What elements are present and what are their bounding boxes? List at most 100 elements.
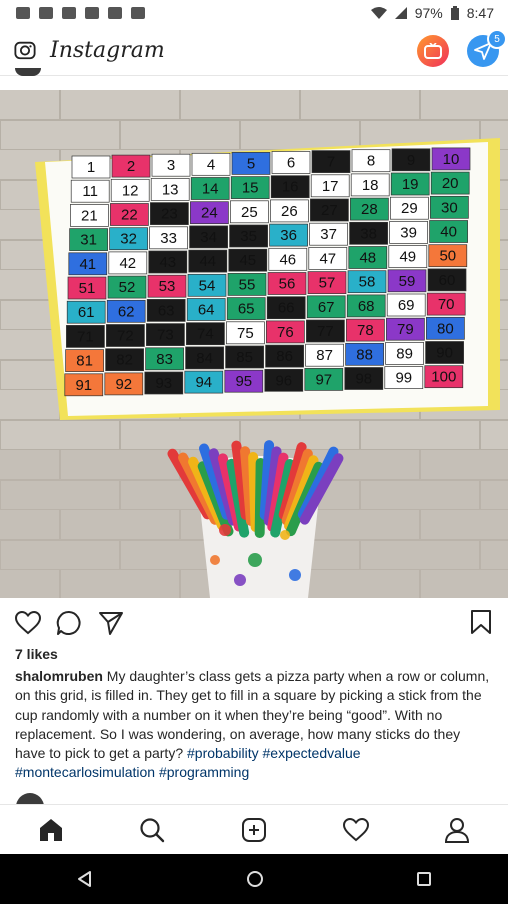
hashtag[interactable]: #probability [187, 745, 259, 761]
grid-number: 81 [76, 353, 93, 370]
grid-number: 94 [195, 374, 212, 391]
app-logo: Instagram [50, 37, 165, 63]
grid-number: 86 [276, 348, 293, 365]
grid-number: 44 [199, 253, 216, 270]
back-icon[interactable] [76, 870, 94, 888]
clock: 8:47 [466, 4, 494, 21]
grid-number: 7 [327, 154, 335, 171]
post-photo[interactable]: 1 2 3 4 5 6 7 8 9 10 11 12 13 14 15 16 17 18 19 20 21 22 23 24 2… [0, 90, 508, 598]
add-post-icon[interactable] [241, 817, 267, 843]
grid-number: 98 [355, 371, 372, 388]
grid-number: 97 [315, 371, 332, 388]
grid-number: 24 [201, 205, 218, 222]
grid-number: 96 [275, 372, 292, 389]
grid-number: 16 [282, 179, 299, 196]
grid-number: 79 [397, 321, 414, 338]
grid-number: 52 [119, 279, 136, 296]
grid-number: 55 [239, 276, 256, 293]
grid-number: 3 [167, 157, 175, 174]
caption-username[interactable]: shalomruben [15, 668, 103, 684]
grid-number: 84 [196, 350, 213, 367]
grid-number: 66 [278, 300, 295, 317]
grid-number: 5 [247, 155, 255, 172]
grid-number: 46 [279, 251, 296, 268]
notification-icon [39, 6, 53, 19]
grid-number: 31 [80, 232, 97, 249]
grid-number: 71 [77, 328, 94, 345]
grid-number: 77 [317, 323, 334, 340]
home-circle-icon[interactable] [246, 870, 264, 888]
grid-number: 40 [440, 224, 457, 241]
grid-number: 42 [119, 255, 136, 272]
grid-number: 8 [367, 153, 375, 170]
grid-number: 14 [202, 181, 219, 198]
grid-number: 69 [398, 297, 415, 314]
grid-number: 82 [116, 352, 133, 369]
grid-number: 41 [79, 256, 96, 273]
battery-icon [450, 5, 459, 20]
grid-number: 62 [118, 303, 135, 320]
grid-number: 38 [360, 225, 377, 242]
grid-number: 60 [439, 272, 456, 289]
grid-number: 43 [159, 254, 176, 271]
search-icon[interactable] [139, 817, 165, 843]
grid-number: 53 [159, 278, 176, 295]
recents-icon[interactable] [416, 871, 432, 887]
grid-number: 93 [155, 375, 172, 392]
notification-icon [108, 6, 122, 19]
system-navigation-bar [0, 854, 508, 904]
grid-number: 78 [357, 322, 374, 339]
igtv-icon [424, 43, 442, 59]
grid-number: 26 [281, 203, 298, 220]
grid-number: 83 [156, 351, 173, 368]
next-post-avatar[interactable] [15, 792, 45, 804]
grid-number: 61 [78, 304, 95, 321]
camera-icon[interactable] [14, 39, 36, 61]
grid-number: 9 [407, 152, 415, 169]
hashtag[interactable]: #montecarlosimulation [15, 764, 155, 780]
post-caption: shalomruben My daughter’s class gets a p… [15, 667, 493, 783]
grid-number: 65 [238, 301, 255, 318]
grid-number: 33 [160, 230, 177, 247]
grid-number: 45 [239, 252, 256, 269]
grid-number: 74 [197, 326, 214, 343]
dm-count-badge: 5 [487, 29, 507, 49]
grid-number: 87 [316, 347, 333, 364]
signal-icon [394, 6, 407, 19]
igtv-button[interactable] [417, 35, 449, 67]
grid-number: 6 [287, 155, 295, 172]
likes-count[interactable]: 7 likes [15, 646, 58, 662]
heart-icon[interactable] [15, 611, 41, 635]
bookmark-icon[interactable] [470, 609, 492, 635]
grid-number: 88 [356, 346, 373, 363]
photo-illustration: 1 2 3 4 5 6 7 8 9 1011 12 13 14 15 16 17 18 19 2021 22 23 24 2… [0, 90, 508, 598]
grid-number: 10 [443, 151, 460, 168]
grid-number: 90 [436, 345, 453, 362]
grid-number: 25 [241, 204, 258, 221]
hashtag[interactable]: #expectedvalue [263, 745, 361, 761]
notification-icon [131, 6, 145, 19]
grid-number: 80 [437, 320, 454, 337]
profile-icon[interactable] [444, 817, 470, 843]
grid-number: 4 [207, 156, 215, 173]
grid-number: 32 [120, 231, 137, 248]
grid-number: 28 [361, 201, 378, 218]
post-actions [0, 605, 508, 641]
grid-number: 68 [358, 298, 375, 315]
grid-number: 21 [81, 207, 98, 224]
home-icon[interactable] [38, 817, 64, 843]
activity-heart-icon[interactable] [342, 818, 369, 842]
grid-number: 39 [400, 224, 417, 241]
grid-number: 49 [399, 249, 416, 266]
send-icon[interactable] [98, 610, 124, 636]
battery-level: 97% [414, 4, 443, 21]
app-header: Instagram 5 [0, 25, 508, 76]
grid-number: 35 [240, 228, 257, 245]
grid-number: 23 [161, 206, 178, 223]
grid-number: 57 [319, 275, 336, 292]
comment-icon[interactable] [56, 610, 82, 636]
hashtag[interactable]: #programming [159, 764, 249, 780]
grid-number: 58 [359, 274, 376, 291]
grid-number: 48 [359, 250, 376, 267]
grid-number: 37 [320, 226, 337, 243]
